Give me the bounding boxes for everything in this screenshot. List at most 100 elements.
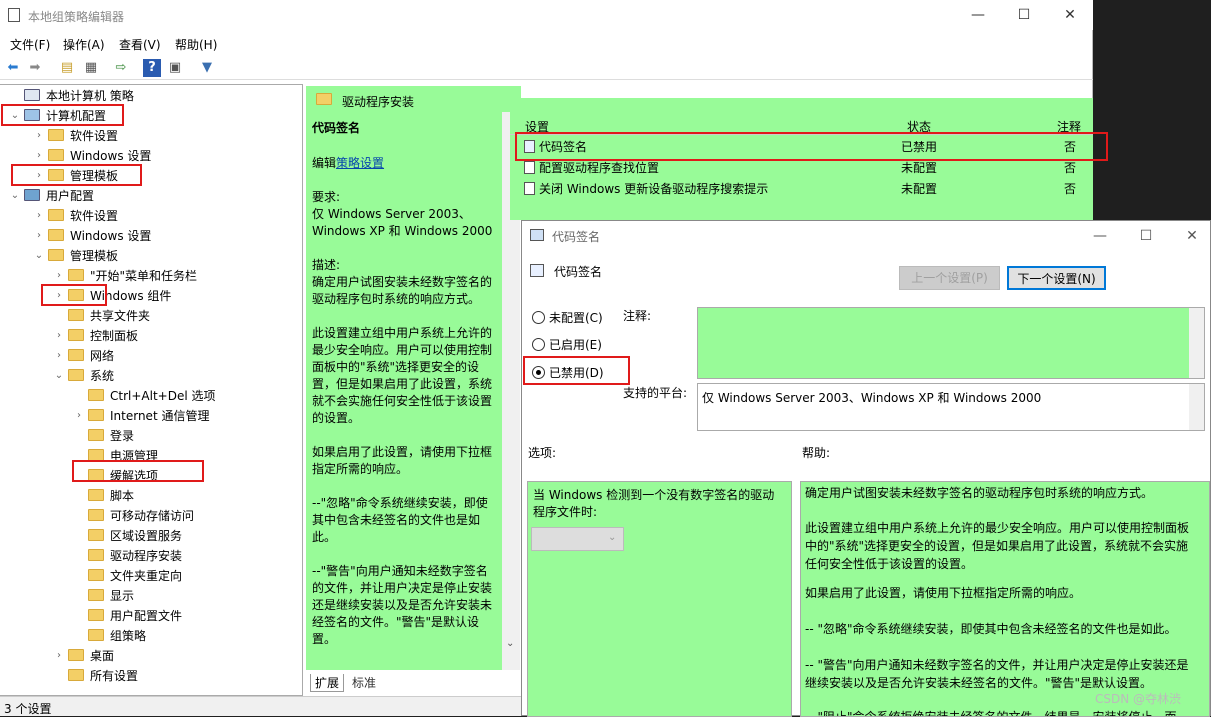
show-tree-icon[interactable]: ▦: [82, 59, 100, 77]
collapsed-arrow-icon[interactable]: ›: [32, 126, 46, 146]
close-icon[interactable]: ✕: [1047, 0, 1093, 30]
radio-not-configured[interactable]: 未配置(C): [532, 309, 603, 327]
menu-view[interactable]: 查看(V): [119, 36, 161, 53]
help-panel: 确定用户试图安装未经数字签名的驱动程序包时系统的响应方式。 此设置建立组中用户系…: [800, 481, 1210, 717]
tree-item[interactable]: 脚本: [88, 486, 134, 506]
dialog-minimize-icon[interactable]: —: [1077, 221, 1123, 251]
policy-root-icon: [24, 89, 40, 101]
folder-icon: [88, 609, 104, 621]
folder-icon: [48, 129, 64, 141]
policy-tree[interactable]: 本地计算机 策略 ⌄ 计算机配置 › 软件设置 › Windows 设置 › 管理模板 ⌄ 用户配置…: [0, 84, 303, 696]
platform-field: 仅 Windows Server 2003、Windows XP 和 Windo…: [697, 383, 1205, 431]
tree-item[interactable]: 驱动程序安装: [88, 546, 182, 566]
properties-icon[interactable]: ▣: [166, 59, 184, 77]
desc-label: 描述:: [312, 258, 341, 272]
tab-standard[interactable]: 标准: [348, 674, 380, 691]
dialog-app-icon: [530, 229, 544, 241]
folder-icon: [88, 549, 104, 561]
tree-item[interactable]: › 桌面: [57, 646, 114, 666]
req-text: 仅 Windows Server 2003、Windows XP 和 Windo…: [312, 207, 493, 238]
list-row-1[interactable]: 配置驱动程序查找位置 未配置 否: [524, 158, 1084, 178]
edit-prefix: 编辑: [312, 156, 337, 170]
collapsed-arrow-icon[interactable]: ›: [32, 226, 46, 246]
desc-para-3: 如果启用了此设置，请使用下拉框指定所需的响应。: [312, 445, 493, 476]
expanded-arrow-icon[interactable]: ⌄: [32, 246, 46, 266]
comment-scrollbar[interactable]: [1189, 308, 1204, 378]
tree-item[interactable]: › Windows 设置: [37, 146, 151, 166]
folder-icon: [88, 509, 104, 521]
tree-item[interactable]: 用户配置文件: [88, 606, 182, 626]
tree-item[interactable]: Ctrl+Alt+Del 选项: [88, 386, 215, 406]
dialog-maximize-icon[interactable]: ☐: [1123, 221, 1169, 251]
options-panel: 当 Windows 检测到一个没有数字签名的驱动程序文件时: ⌄: [527, 481, 792, 717]
filter-icon[interactable]: ▼: [198, 59, 216, 77]
collapsed-arrow-icon[interactable]: ›: [52, 266, 66, 286]
edit-policy-link[interactable]: 策略设置: [336, 156, 384, 170]
collapsed-arrow-icon[interactable]: ›: [52, 346, 66, 366]
tree-item[interactable]: 显示: [88, 586, 134, 606]
collapsed-arrow-icon[interactable]: ›: [32, 146, 46, 166]
policy-icon: [524, 161, 535, 174]
tree-item[interactable]: 本地计算机 策略: [24, 86, 134, 106]
tree-item[interactable]: › Windows 设置: [37, 226, 151, 246]
tree-item[interactable]: 组策略: [88, 626, 146, 646]
tree-item[interactable]: › 网络: [57, 346, 114, 366]
desc-para-4: --"忽略"命令系统继续安装，即使其中包含未经签名的文件也是如此。: [312, 496, 488, 544]
expanded-arrow-icon[interactable]: ⌄: [52, 366, 66, 386]
collapsed-arrow-icon[interactable]: ›: [72, 406, 86, 426]
tree-item[interactable]: › "开始"菜单和任务栏: [57, 266, 197, 286]
tab-extended[interactable]: 扩展: [310, 674, 345, 692]
minimize-icon[interactable]: —: [955, 0, 1001, 30]
platform-scrollbar[interactable]: [1189, 384, 1204, 430]
up-folder-icon[interactable]: ▤: [58, 59, 76, 77]
tree-item[interactable]: 登录: [88, 426, 134, 446]
folder-icon: [88, 429, 104, 441]
tree-item[interactable]: 所有设置: [68, 666, 138, 686]
back-arrow-icon[interactable]: ⬅: [4, 59, 22, 77]
highlight-list-row: [515, 132, 1108, 161]
folder-icon: [68, 269, 84, 281]
list-row-2[interactable]: 关闭 Windows 更新设备驱动程序搜索提示 未配置 否: [524, 179, 1084, 199]
menu-bar: 文件(F) 操作(A) 查看(V) 帮助(H): [0, 32, 1093, 54]
forward-arrow-icon[interactable]: ➡: [26, 59, 44, 77]
menu-help[interactable]: 帮助(H): [175, 36, 217, 53]
tree-item[interactable]: 可移动存储访问: [88, 506, 194, 526]
tree-item[interactable]: ⌄ 用户配置: [11, 186, 94, 206]
tree-item[interactable]: › 控制面板: [57, 326, 138, 346]
expanded-arrow-icon[interactable]: ⌄: [8, 186, 22, 206]
menu-file[interactable]: 文件(F): [10, 36, 50, 53]
prev-setting-button[interactable]: 上一个设置(P): [899, 266, 1000, 290]
folder-icon: [88, 569, 104, 581]
tree-item[interactable]: 区域设置服务: [88, 526, 182, 546]
tree-item[interactable]: ⌄ 管理模板: [35, 246, 118, 266]
comment-field[interactable]: [697, 307, 1205, 379]
menu-action[interactable]: 操作(A): [63, 36, 105, 53]
response-dropdown[interactable]: ⌄: [531, 527, 624, 551]
scroll-down-icon[interactable]: ⌄: [506, 638, 514, 649]
collapsed-arrow-icon[interactable]: ›: [52, 646, 66, 666]
extended-description: 代码签名 编辑策略设置 要求: 仅 Windows Server 2003、Wi…: [306, 112, 502, 670]
highlight-tree-item: [72, 460, 204, 482]
export-icon[interactable]: ⇨: [112, 59, 130, 77]
view-tabs: 扩展 标准: [306, 670, 521, 694]
help-icon[interactable]: ?: [143, 59, 161, 77]
desc-para-1: 确定用户试图安装未经数字签名的驱动程序包时系统的响应方式。: [312, 275, 493, 306]
radio-enabled[interactable]: 已启用(E): [532, 336, 602, 354]
tree-item[interactable]: › 软件设置: [37, 126, 118, 146]
collapsed-arrow-icon[interactable]: ›: [32, 206, 46, 226]
maximize-icon[interactable]: ☐: [1001, 0, 1047, 30]
tree-item[interactable]: › 软件设置: [37, 206, 118, 226]
help-para-1: 此设置建立组中用户系统上允许的最少安全响应。用户可以使用控制面板中的"系统"选择…: [805, 521, 1190, 571]
collapsed-arrow-icon[interactable]: ›: [52, 326, 66, 346]
tree-item[interactable]: ⌄ 系统: [55, 366, 114, 386]
folder-icon: [88, 629, 104, 641]
platform-label: 支持的平台:: [623, 386, 688, 400]
folder-icon: [68, 649, 84, 661]
next-setting-button[interactable]: 下一个设置(N): [1007, 266, 1106, 290]
dialog-close-icon[interactable]: ✕: [1169, 221, 1211, 251]
tree-item[interactable]: 共享文件夹: [68, 306, 150, 326]
folder-icon: [48, 149, 64, 161]
tree-item[interactable]: › Internet 通信管理: [77, 406, 209, 426]
tree-item[interactable]: 文件夹重定向: [88, 566, 182, 586]
dropdown-chevron-icon: ⌄: [608, 532, 617, 543]
